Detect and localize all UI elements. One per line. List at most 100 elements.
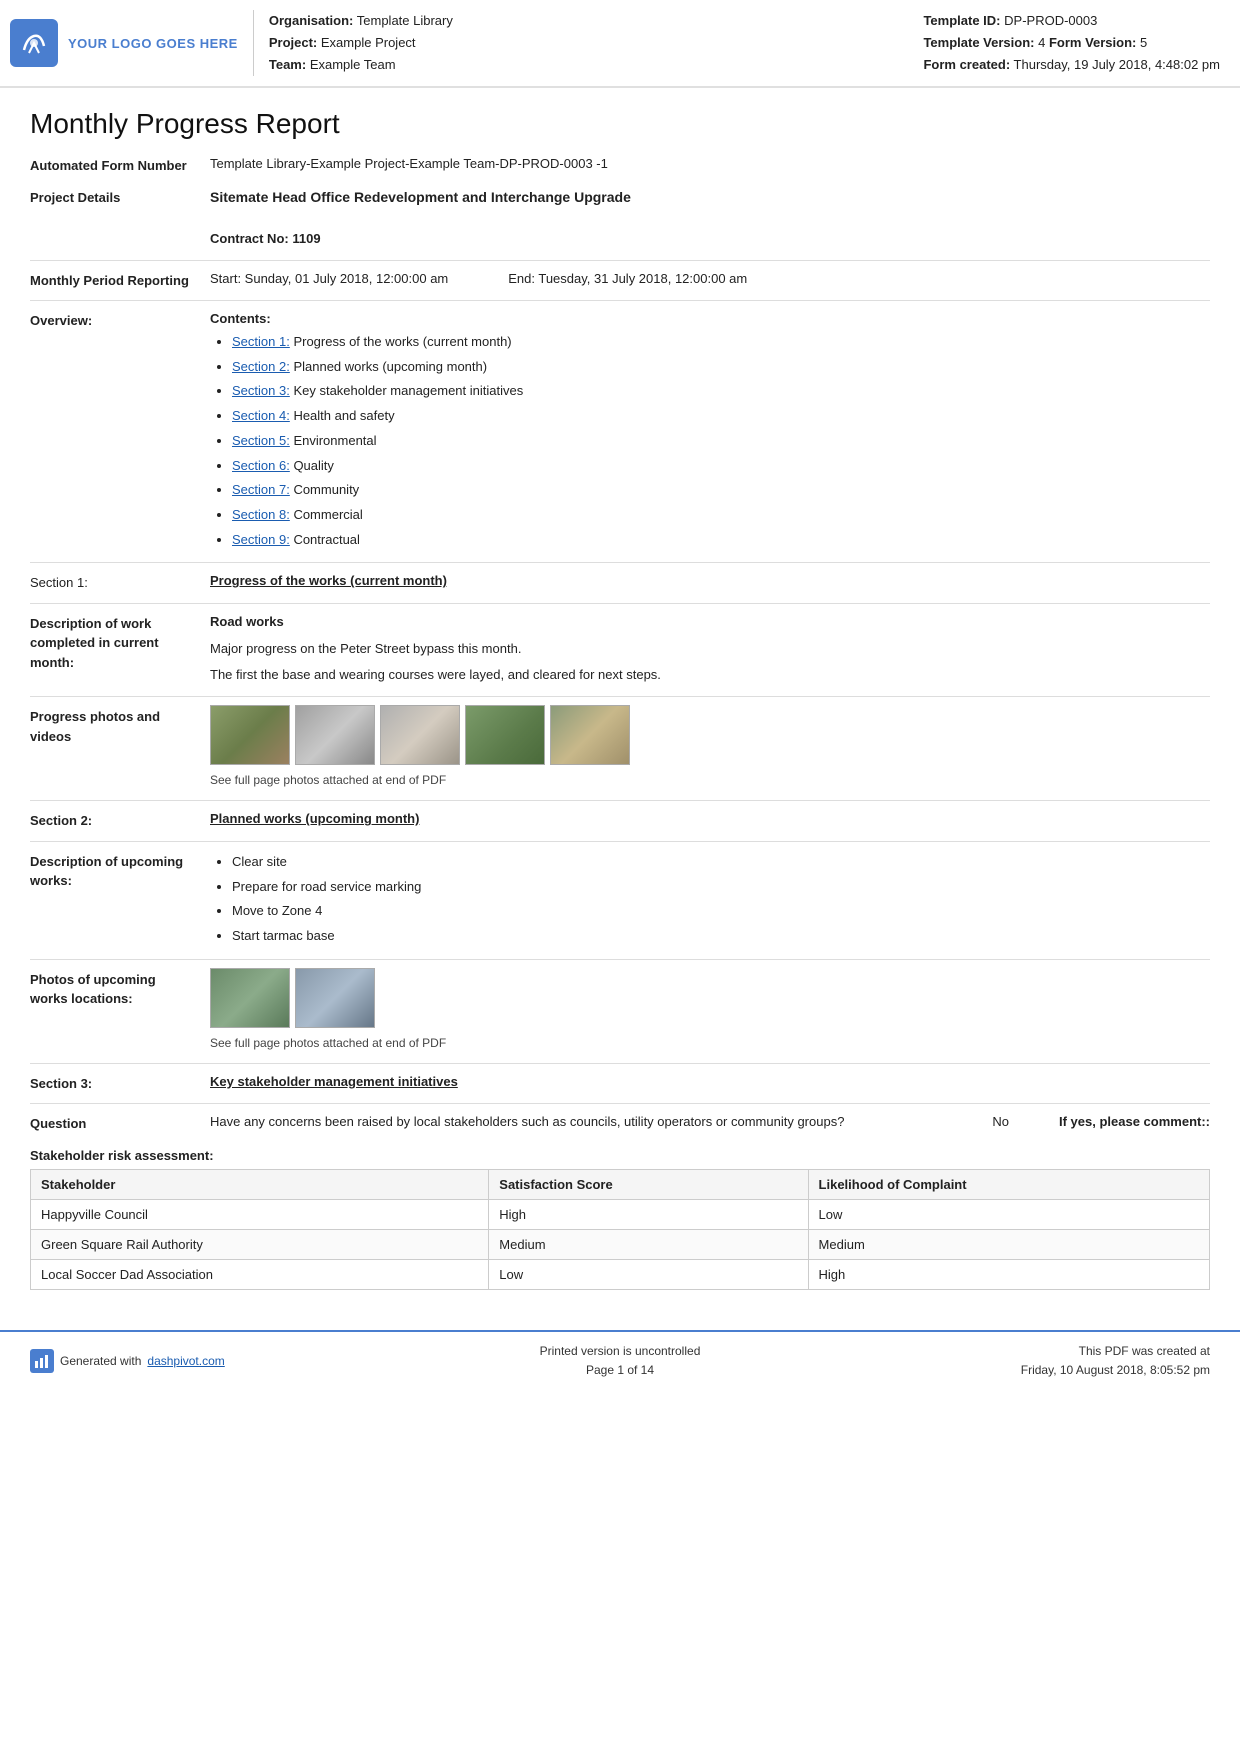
question-text: Have any concerns been raised by local s… [210, 1112, 942, 1132]
table-cell: Local Soccer Dad Association [31, 1259, 489, 1289]
table-header-satisfaction: Satisfaction Score [489, 1169, 808, 1199]
template-version-value: 4 [1038, 35, 1045, 50]
table-cell: Low [808, 1199, 1209, 1229]
org-row: Organisation: Template Library [269, 10, 453, 32]
section3-label: Section 3: [30, 1072, 210, 1094]
template-id-label: Template ID: [923, 13, 1000, 28]
table-row: Green Square Rail Authority Medium Mediu… [31, 1229, 1210, 1259]
upcoming-photo-strip [210, 968, 1210, 1028]
stakeholder-section: Stakeholder risk assessment: Stakeholder… [30, 1148, 1210, 1290]
section1-label: Section 1: [30, 571, 210, 593]
photo-thumb [295, 705, 375, 765]
table-cell: Green Square Rail Authority [31, 1229, 489, 1259]
table-cell: Medium [489, 1229, 808, 1259]
list-item: Section 9: Contractual [232, 528, 1210, 553]
contract-no-label: Contract No: [210, 231, 289, 246]
list-item: Prepare for road service marking [232, 875, 1210, 900]
upcoming-desc-label: Description of upcoming works: [30, 850, 210, 949]
table-header-likelihood: Likelihood of Complaint [808, 1169, 1209, 1199]
contents-label: Contents: [210, 311, 271, 326]
section3-heading: Key stakeholder management initiatives [210, 1072, 1210, 1094]
road-works-line2: The first the base and wearing courses w… [210, 665, 1210, 686]
monthly-period-label: Monthly Period Reporting [30, 269, 210, 291]
team-row: Team: Example Team [269, 54, 453, 76]
table-header-row: Stakeholder Satisfaction Score Likelihoo… [31, 1169, 1210, 1199]
monthly-period-values: Start: Sunday, 01 July 2018, 12:00:00 am… [210, 269, 1210, 291]
table-row: Happyville Council High Low [31, 1199, 1210, 1229]
photo-thumb [210, 968, 290, 1028]
monthly-period-row: Monthly Period Reporting Start: Sunday, … [30, 269, 1210, 291]
upcoming-photos-value: See full page photos attached at end of … [210, 968, 1210, 1053]
table-cell: Medium [808, 1229, 1209, 1259]
team-value: Example Team [310, 57, 396, 72]
form-created-label: Form created: [923, 57, 1010, 72]
upcoming-desc-row: Description of upcoming works: Clear sit… [30, 850, 1210, 949]
project-details-main: Sitemate Head Office Redevelopment and I… [210, 186, 1210, 208]
list-item: Move to Zone 4 [232, 899, 1210, 924]
footer-generated-text: Generated with [60, 1354, 141, 1368]
form-version-label: Form Version: [1049, 35, 1136, 50]
list-item: Section 5: Environmental [232, 429, 1210, 454]
footer-center: Printed version is uncontrolled Page 1 o… [270, 1342, 970, 1380]
progress-photos-label: Progress photos and videos [30, 705, 210, 790]
upcoming-desc-value: Clear site Prepare for road service mark… [210, 850, 1210, 949]
question-row: Question Have any concerns been raised b… [30, 1112, 1210, 1134]
list-item: Section 7: Community [232, 478, 1210, 503]
header-id-col: Template ID: DP-PROD-0003 Template Versi… [923, 10, 1220, 76]
footer-link[interactable]: dashpivot.com [147, 1354, 224, 1368]
header-org-col: Organisation: Template Library Project: … [269, 10, 453, 76]
org-label: Organisation: [269, 13, 354, 28]
form-created-row: Form created: Thursday, 19 July 2018, 4:… [923, 54, 1220, 76]
project-details-row: Project Details Sitemate Head Office Red… [30, 186, 1210, 250]
progress-photos-row: Progress photos and videos See full page… [30, 705, 1210, 790]
list-item: Section 2: Planned works (upcoming month… [232, 355, 1210, 380]
table-row: Local Soccer Dad Association Low High [31, 1259, 1210, 1289]
progress-photos-value: See full page photos attached at end of … [210, 705, 1210, 790]
project-label: Project: [269, 35, 317, 50]
team-label: Team: [269, 57, 306, 72]
photo-strip [210, 705, 1210, 765]
road-works-line1: Major progress on the Peter Street bypas… [210, 639, 1210, 660]
automated-form-value: Template Library-Example Project-Example… [210, 154, 1210, 176]
project-value: Example Project [321, 35, 416, 50]
contract-no-value: 1109 [292, 231, 320, 246]
page-footer: Generated with dashpivot.com Printed ver… [0, 1330, 1240, 1390]
overview-value: Contents: Section 1: Progress of the wor… [210, 309, 1210, 552]
list-item: Section 8: Commercial [232, 503, 1210, 528]
photo-thumb [210, 705, 290, 765]
question-label: Question [30, 1112, 210, 1134]
footer-right-line1: This PDF was created at [970, 1342, 1210, 1361]
report-title: Monthly Progress Report [30, 108, 1210, 140]
section1-row: Section 1: Progress of the works (curren… [30, 571, 1210, 593]
automated-form-label: Automated Form Number [30, 154, 210, 176]
form-created-value: Thursday, 19 July 2018, 4:48:02 pm [1014, 57, 1220, 72]
list-item: Section 6: Quality [232, 454, 1210, 479]
footer-left: Generated with dashpivot.com [30, 1349, 270, 1373]
table-cell: Happyville Council [31, 1199, 489, 1229]
footer-center-line1: Printed version is uncontrolled [270, 1342, 970, 1361]
template-id-value: DP-PROD-0003 [1004, 13, 1097, 28]
period-start: Start: Sunday, 01 July 2018, 12:00:00 am [210, 269, 448, 290]
section2-label: Section 2: [30, 809, 210, 831]
photo-thumb [465, 705, 545, 765]
period-end: End: Tuesday, 31 July 2018, 12:00:00 am [508, 269, 747, 290]
section2-heading: Planned works (upcoming month) [210, 809, 1210, 831]
logo-text: YOUR LOGO GOES HERE [68, 36, 238, 51]
footer-right-line2: Friday, 10 August 2018, 8:05:52 pm [970, 1361, 1210, 1380]
project-details-value: Sitemate Head Office Redevelopment and I… [210, 186, 1210, 250]
upcoming-photos-row: Photos of upcoming works locations: See … [30, 968, 1210, 1053]
overview-row: Overview: Contents: Section 1: Progress … [30, 309, 1210, 552]
table-cell: High [808, 1259, 1209, 1289]
question-answer: No [992, 1112, 1009, 1133]
road-works-heading: Road works [210, 612, 1210, 633]
question-comment-label: If yes, please comment:: [1059, 1112, 1210, 1133]
list-item: Clear site [232, 850, 1210, 875]
photo-thumb [380, 705, 460, 765]
main-content: Monthly Progress Report Automated Form N… [0, 88, 1240, 1309]
page-header: YOUR LOGO GOES HERE Organisation: Templa… [0, 0, 1240, 88]
table-cell: Low [489, 1259, 808, 1289]
template-id-row: Template ID: DP-PROD-0003 [923, 10, 1220, 32]
project-row: Project: Example Project [269, 32, 453, 54]
description-value: Road works Major progress on the Peter S… [210, 612, 1210, 686]
photo-caption: See full page photos attached at end of … [210, 771, 1210, 790]
